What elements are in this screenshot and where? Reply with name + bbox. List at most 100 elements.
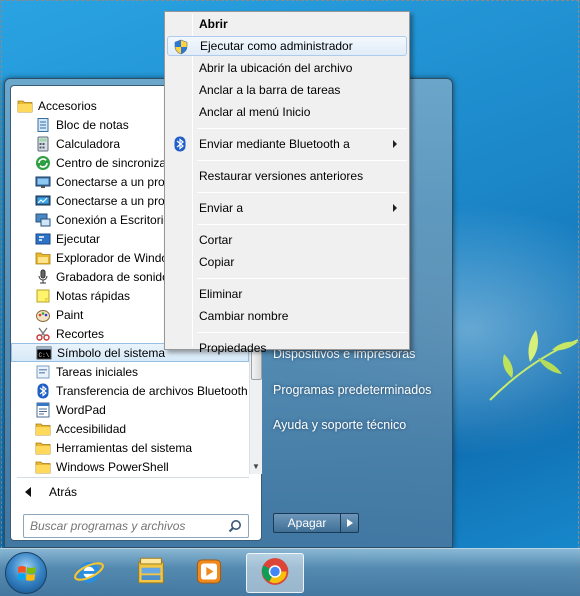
context-menu-label: Ejecutar como administrador [200,39,353,53]
sticky-notes-icon [35,288,51,304]
search-icon[interactable] [228,519,242,533]
wallpaper-plant [489,330,579,401]
program-label: WordPad [56,402,106,417]
search-box[interactable] [23,514,249,538]
projector-icon [35,174,51,190]
right-link-default-programs[interactable]: Programas predeterminados [273,383,431,397]
program-item[interactable]: Transferencia de archivos Bluetooth [11,381,249,400]
program-label: Accesorios [38,98,97,113]
context-menu-item[interactable]: Ejecutar como administrador [167,36,407,56]
menu-separator [197,160,407,161]
wordpad-icon [35,402,51,418]
program-label: Símbolo del sistema [57,345,166,360]
svg-text:C:\: C:\ [39,352,50,359]
context-menu-item[interactable]: Abrir la ubicación del archivo [167,58,407,78]
paint-icon [35,307,51,323]
taskbar-button-internet-explorer[interactable] [60,553,118,593]
shutdown-options-button[interactable] [341,513,359,533]
chrome-icon [259,556,291,591]
menu-separator [197,192,407,193]
calculator-icon [35,136,51,152]
taskbar [0,548,580,596]
program-label: Calculadora [56,136,121,151]
program-item[interactable]: Herramientas del sistema [11,438,249,457]
media-player-icon [193,556,225,591]
program-label: Accesibilidad [56,421,127,436]
menu-separator [197,332,407,333]
context-menu-item[interactable]: Abrir [167,14,407,34]
remote-desktop-icon [35,212,51,228]
context-menu-item[interactable]: Enviar mediante Bluetooth a [167,134,407,154]
context-menu-item[interactable]: Eliminar [167,284,407,304]
run-icon [35,231,51,247]
folder-icon [35,421,51,437]
context-menu-label: Propiedades [199,341,267,355]
file-explorer-icon [134,555,168,592]
chevron-right-icon [346,519,353,527]
context-menu-label: Abrir la ubicación del archivo [199,61,353,75]
context-menu-label: Enviar a [199,201,244,215]
cmd-icon: C:\ [36,345,52,361]
network-projector-icon [35,193,51,209]
context-menu-label: Enviar mediante Bluetooth a [199,137,350,151]
folder-icon [35,459,51,475]
sync-center-icon [35,155,51,171]
context-menu: Abrir Ejecutar como administrador Abrir la… [164,11,410,355]
explorer-icon [35,250,51,266]
context-menu-label: Abrir [199,17,228,31]
program-label: Recortes [56,326,105,341]
uac-shield-icon [173,39,189,55]
context-menu-item[interactable]: Enviar a [167,198,407,218]
program-label: Tareas iniciales [56,364,139,379]
context-menu-item[interactable]: Cambiar nombre [167,306,407,326]
menu-separator [197,128,407,129]
taskbar-button-chrome[interactable] [246,553,304,593]
context-menu-label: Anclar al menú Inicio [199,105,311,119]
context-menu-label: Copiar [199,255,235,269]
context-menu-label: Cambiar nombre [199,309,289,323]
menu-separator [197,224,407,225]
context-menu-item[interactable]: Restaurar versiones anteriores [167,166,407,186]
submenu-arrow-icon [393,140,397,148]
program-item[interactable]: WordPad [11,400,249,419]
search-input[interactable] [30,519,220,533]
back-button[interactable]: Atrás [19,482,139,502]
notepad-icon [35,117,51,133]
getting-started-icon [35,364,51,380]
program-label: Ejecutar [56,231,101,246]
taskbar-button-media-player[interactable] [180,553,238,593]
program-label: Herramientas del sistema [56,440,193,455]
program-item[interactable]: Tareas iniciales [11,362,249,381]
back-label: Atrás [49,485,78,499]
internet-explorer-icon [72,555,106,592]
program-label: Notas rápidas [56,288,131,303]
context-menu-item[interactable]: Anclar a la barra de tareas [167,80,407,100]
menu-separator [197,278,407,279]
program-label: Windows PowerShell [56,459,169,474]
context-menu-item[interactable]: Anclar al menú Inicio [167,102,407,122]
microphone-icon [35,269,51,285]
context-menu-item[interactable]: Cortar [167,230,407,250]
bluetooth-icon [172,136,188,152]
program-label: Bloc de notas [56,117,129,132]
context-menu-label: Restaurar versiones anteriores [199,169,364,183]
windows-logo-icon [17,566,36,581]
context-menu-item[interactable]: Propiedades [167,338,407,358]
right-link-help[interactable]: Ayuda y soporte técnico [273,418,406,432]
folder-icon [17,98,33,114]
program-label: Grabadora de sonidos [56,269,175,284]
scroll-down-button[interactable]: ▼ [250,460,262,474]
program-item[interactable]: Windows PowerShell [11,457,249,474]
program-label: Paint [56,307,84,322]
taskbar-button-file-explorer[interactable] [122,553,180,593]
bluetooth-icon [35,383,51,399]
program-label: Transferencia de archivos Bluetooth [56,383,248,398]
start-button[interactable] [5,552,47,594]
folder-icon [35,440,51,456]
program-item[interactable]: Accesibilidad [11,419,249,438]
context-menu-label: Eliminar [199,287,243,301]
context-menu-item[interactable]: Copiar [167,252,407,272]
submenu-arrow-icon [393,204,397,212]
shutdown-group: Apagar [273,513,359,533]
shutdown-button[interactable]: Apagar [273,513,341,533]
